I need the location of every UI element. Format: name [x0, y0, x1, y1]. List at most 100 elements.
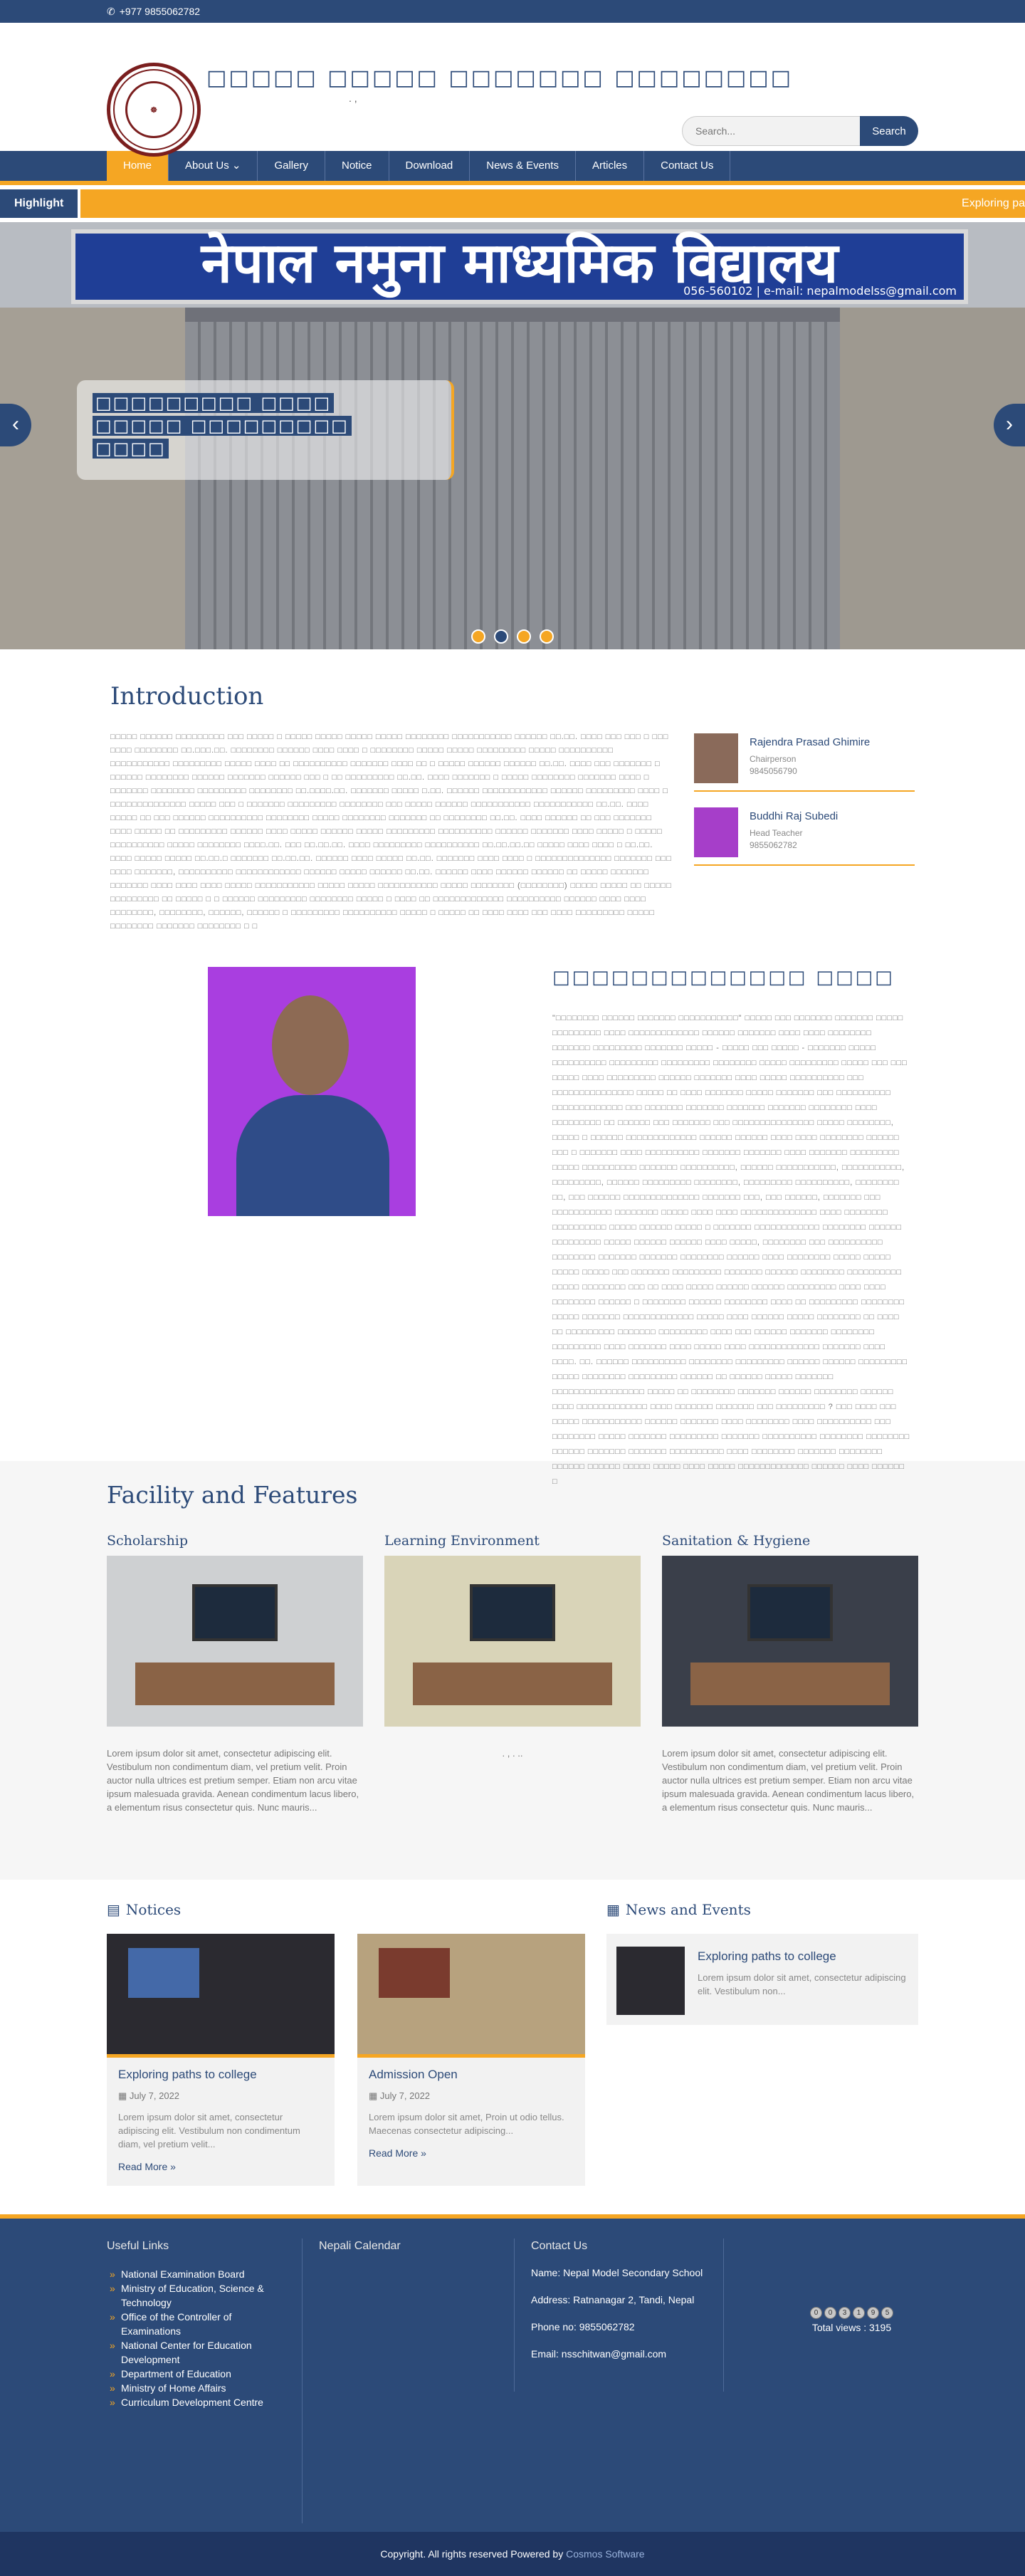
person-name[interactable]: Buddhi Raj Subedi	[750, 810, 838, 822]
useful-links-title: Useful Links	[107, 2240, 169, 2252]
slider-dot-active[interactable]	[494, 629, 508, 644]
event-item[interactable]: Exploring paths to college Lorem ipsum d…	[606, 1934, 918, 2025]
facility-section: Facility and Features Scholarship Lorem …	[0, 1461, 1025, 1880]
nav-item-notice[interactable]: Notice	[325, 151, 389, 181]
facility-card-sanitation[interactable]: Sanitation & Hygiene Lorem ipsum dolor s…	[662, 1533, 918, 1814]
counter-digit: 3	[839, 2307, 851, 2319]
slider-dot[interactable]	[540, 629, 554, 644]
notice-date: ▦ July 7, 2022	[118, 2090, 323, 2102]
school-subtitle: . ,	[349, 93, 357, 104]
read-more-link[interactable]: Read More »	[118, 2161, 323, 2172]
useful-link-item[interactable]: Ministry of Education, Science & Technol…	[107, 2281, 292, 2310]
notice-image	[357, 1934, 585, 2058]
facility-card-image	[384, 1556, 641, 1727]
introduction-text: □□□□□ □□□□□□ □□□□□□□□□ □□□ □□□□□ □ □□□□□…	[110, 733, 672, 931]
photo-body	[236, 1095, 389, 1216]
facility-card-title[interactable]: Sanitation & Hygiene	[662, 1533, 918, 1549]
developer-link[interactable]: Cosmos Software	[566, 2548, 644, 2560]
nav-item-about-us[interactable]: About Us ⌄	[169, 151, 258, 181]
chevron-left-icon: ‹	[12, 412, 19, 436]
caption-line-3: □□□□	[93, 439, 169, 459]
notice-title[interactable]: Exploring paths to college	[118, 2068, 323, 2082]
phone-number: +977 9855062782	[119, 6, 201, 17]
school-name: □□□□□ □□□□□ □□□□□□□ □□□□□□□□	[206, 66, 793, 90]
calendar-icon: ▦	[606, 1901, 620, 1918]
nav-item-contact-us[interactable]: Contact Us	[644, 151, 731, 181]
message-title: □□□□□□□□□□□□□ □□□□	[552, 967, 895, 988]
calendar-column: Nepali Calendar	[319, 2240, 497, 2253]
useful-link-item[interactable]: National Examination Board	[107, 2267, 292, 2281]
school-logo[interactable]: ☸	[107, 63, 201, 157]
slider-dot[interactable]	[517, 629, 531, 644]
slide-caption: □□□□□□□□□ □□□□ □□□□□ □□□□□□□□□ □□□□	[77, 380, 454, 480]
read-more-link[interactable]: Read More »	[369, 2147, 574, 2159]
search-input[interactable]	[682, 116, 868, 146]
useful-link-item[interactable]: Curriculum Development Centre	[107, 2395, 292, 2409]
nav-item-gallery[interactable]: Gallery	[258, 151, 325, 181]
facility-card-title[interactable]: Scholarship	[107, 1533, 363, 1549]
notice-date-text: July 7, 2022	[129, 2090, 180, 2101]
contact-email[interactable]: Email: nsschitwan@gmail.com	[531, 2347, 716, 2361]
counter-digit: 9	[867, 2307, 879, 2319]
facility-card-title[interactable]: Learning Environment	[384, 1533, 641, 1549]
useful-link-item[interactable]: National Center for Education Developmen…	[107, 2338, 292, 2367]
notice-card[interactable]: Exploring paths to college ▦ July 7, 202…	[107, 1934, 335, 2186]
notice-image	[107, 1934, 335, 2058]
logo-ring	[113, 69, 194, 150]
chevron-down-icon: ⌄	[228, 159, 241, 172]
notice-excerpt: Lorem ipsum dolor sit amet, consectetur …	[118, 2112, 300, 2150]
useful-links-list: National Examination BoardMinistry of Ed…	[107, 2267, 292, 2409]
contact-column: Contact Us Name: Nepal Model Secondary S…	[531, 2240, 716, 2361]
total-views: Total views : 3195	[811, 2322, 892, 2333]
useful-link-item[interactable]: Office of the Controller of Examinations	[107, 2310, 292, 2338]
nav-item-download[interactable]: Download	[389, 151, 471, 181]
caption-line-1: □□□□□□□□□ □□□□	[93, 393, 335, 413]
calendar-icon: ▦	[118, 2090, 127, 2101]
person-name[interactable]: Rajendra Prasad Ghimire	[750, 736, 870, 748]
slide-pillar-right	[840, 308, 1025, 649]
useful-link-item[interactable]: Ministry of Home Affairs	[107, 2381, 292, 2395]
person-photo	[694, 733, 738, 783]
nav-item-articles[interactable]: Articles	[576, 151, 645, 181]
person-role: Chairperson	[750, 754, 797, 764]
events-heading: ▦ News and Events	[606, 1901, 751, 1918]
newspaper-icon: ▤	[107, 1901, 120, 1918]
footer-divider	[302, 2239, 303, 2523]
event-thumbnail	[616, 1947, 685, 2015]
highlight-label: Highlight	[0, 189, 78, 218]
useful-links: Useful Links National Examination BoardM…	[107, 2240, 292, 2409]
person-card-chairperson[interactable]: Rajendra Prasad Ghimire Chairperson 9845…	[694, 726, 915, 792]
site-footer: Useful Links National Examination BoardM…	[0, 2214, 1025, 2532]
footer-divider	[514, 2239, 515, 2392]
ticker-text[interactable]: Exploring pa	[962, 189, 1025, 218]
photo-face	[272, 995, 349, 1095]
event-excerpt: Lorem ipsum dolor sit amet, consectetur …	[698, 1972, 906, 1996]
counter-digits: 0 0 3 1 9 5	[810, 2307, 893, 2319]
caption-line-2: □□□□□ □□□□□□□□□	[93, 416, 352, 436]
copyright-bar: Copyright. All rights reserved Powered b…	[0, 2532, 1025, 2576]
useful-link-item[interactable]: Department of Education	[107, 2367, 292, 2381]
highlight-ticker[interactable]: Exploring pa	[80, 189, 1025, 218]
facility-card-learning[interactable]: Learning Environment . , . ..	[384, 1533, 641, 1814]
slider-dots	[0, 629, 1025, 644]
contact-name: Name: Nepal Model Secondary School	[531, 2267, 703, 2278]
person-phone: 9855062782	[750, 840, 797, 850]
slider-dot[interactable]	[471, 629, 485, 644]
search-button[interactable]: Search	[860, 116, 918, 146]
visitor-counter: 0 0 3 1 9 5 Total views : 3195	[810, 2307, 893, 2333]
message-text: "□□□□□□□□ □□□□□□ □□□□□□□ □□□□□□□□□□□" □□…	[552, 1014, 910, 1486]
facility-card-image	[662, 1556, 918, 1727]
phone-info: ✆ +977 9855062782	[107, 0, 200, 23]
event-title[interactable]: Exploring paths to college	[698, 1949, 908, 1964]
notice-excerpt: Lorem ipsum dolor sit amet, Proin ut odi…	[369, 2112, 564, 2136]
news-section: ▤ Notices Exploring paths to college ▦ J…	[0, 1880, 1025, 2214]
person-card-head-teacher[interactable]: Buddhi Raj Subedi Head Teacher 985506278…	[694, 800, 915, 866]
person-phone: 9845056790	[750, 766, 797, 776]
facility-card-scholarship[interactable]: Scholarship Lorem ipsum dolor sit amet, …	[107, 1533, 363, 1814]
nav-item-news-events[interactable]: News & Events	[470, 151, 576, 181]
contact-title: Contact Us	[531, 2240, 588, 2252]
notice-card[interactable]: Admission Open ▦ July 7, 2022 Lorem ipsu…	[357, 1934, 585, 2186]
facility-card-text: Lorem ipsum dolor sit amet, consectetur …	[662, 1748, 915, 1813]
site-header: ☸ □□□□□ □□□□□ □□□□□□□ □□□□□□□□ . , Searc…	[0, 23, 1025, 157]
notice-title[interactable]: Admission Open	[369, 2068, 574, 2082]
